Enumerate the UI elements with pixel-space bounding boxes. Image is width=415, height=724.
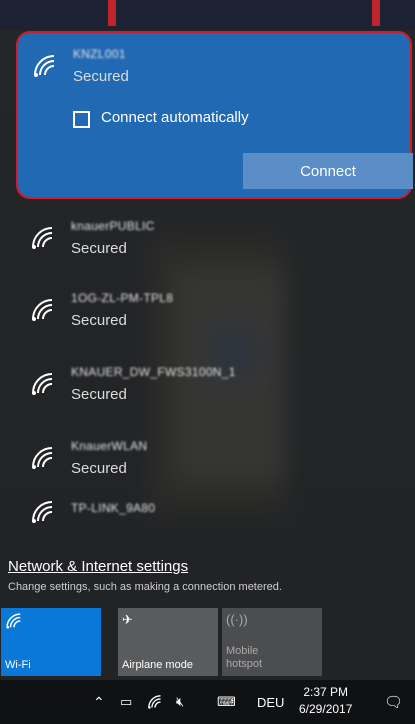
desktop-red-bar bbox=[108, 0, 116, 26]
hotspot-label-line2: hotspot bbox=[226, 658, 263, 670]
desktop-top-strip bbox=[0, 0, 415, 30]
network-list-item[interactable]: knauerPUBLIC Secured bbox=[0, 215, 415, 275]
network-name: KnauerWLAN bbox=[71, 439, 148, 453]
desktop-red-bar bbox=[372, 0, 380, 26]
clock-date: 6/29/2017 bbox=[299, 702, 353, 716]
wifi-signal-icon bbox=[30, 225, 56, 251]
network-name: TP-LINK_9A80 bbox=[71, 501, 156, 515]
airplane-icon: ✈ bbox=[122, 612, 133, 627]
wifi-icon[interactable] bbox=[147, 680, 163, 724]
network-name: knauerPUBLIC bbox=[71, 219, 155, 233]
selected-network-card[interactable]: KNZL001 Secured Connect automatically Co… bbox=[16, 31, 413, 199]
connect-button[interactable]: Connect bbox=[243, 153, 413, 189]
connect-automatically-checkbox[interactable] bbox=[73, 111, 90, 128]
network-list-item[interactable]: KnauerWLAN Secured bbox=[0, 435, 415, 495]
keyboard-icon[interactable]: ⌨ bbox=[217, 680, 236, 724]
battery-icon[interactable]: ▭ bbox=[120, 680, 132, 724]
network-status: Secured bbox=[71, 240, 127, 257]
airplane-tile-label: Airplane mode bbox=[122, 659, 193, 671]
network-name: 1OG-ZL-PM-TPL8 bbox=[71, 291, 174, 305]
hotspot-tile-label: Mobile hotspot bbox=[226, 645, 262, 671]
volume-muted-icon[interactable]: 🔇︎ bbox=[176, 680, 184, 724]
wifi-tile-label: Wi-Fi bbox=[5, 659, 31, 671]
chevron-up-icon[interactable]: ⌃ bbox=[93, 680, 105, 724]
wifi-signal-icon bbox=[30, 499, 56, 525]
wifi-signal-icon bbox=[30, 445, 56, 471]
network-settings-link[interactable]: Network & Internet settings bbox=[8, 558, 188, 575]
connect-automatically-label: Connect automatically bbox=[101, 109, 249, 126]
network-status: Secured bbox=[71, 386, 127, 403]
airplane-mode-tile[interactable]: ✈ Airplane mode bbox=[118, 608, 218, 676]
network-settings-description: Change settings, such as making a connec… bbox=[8, 581, 282, 593]
network-status: Secured bbox=[71, 312, 127, 329]
system-clock[interactable]: 2:37 PM 6/29/2017 bbox=[299, 684, 352, 718]
network-status: Secured bbox=[71, 460, 127, 477]
notification-icon[interactable]: 🗨︎ bbox=[384, 680, 403, 724]
network-name: KNAUER_DW_FWS3100N_1 bbox=[71, 365, 236, 379]
mobile-hotspot-tile[interactable]: ((·)) Mobile hotspot bbox=[222, 608, 322, 676]
clock-time: 2:37 PM bbox=[303, 685, 349, 699]
network-status: Secured bbox=[73, 68, 129, 85]
wifi-signal-icon bbox=[30, 371, 56, 397]
taskbar: ⌃ ▭ 🔇︎ ⌨ DEU 2:37 PM 6/29/2017 🗨︎ bbox=[0, 680, 415, 724]
network-list-item[interactable]: KNAUER_DW_FWS3100N_1 Secured bbox=[0, 361, 415, 421]
network-name: KNZL001 bbox=[73, 47, 126, 61]
wifi-icon bbox=[5, 612, 23, 633]
network-list-item[interactable]: TP-LINK_9A80 bbox=[0, 493, 415, 533]
hotspot-label-line1: Mobile bbox=[226, 645, 259, 657]
input-language[interactable]: DEU bbox=[257, 680, 284, 724]
network-list-item[interactable]: 1OG-ZL-PM-TPL8 Secured bbox=[0, 287, 415, 347]
wifi-toggle-tile[interactable]: Wi-Fi bbox=[1, 608, 101, 676]
hotspot-icon: ((·)) bbox=[226, 612, 248, 627]
wifi-signal-icon bbox=[32, 53, 58, 79]
wifi-signal-icon bbox=[30, 297, 56, 323]
